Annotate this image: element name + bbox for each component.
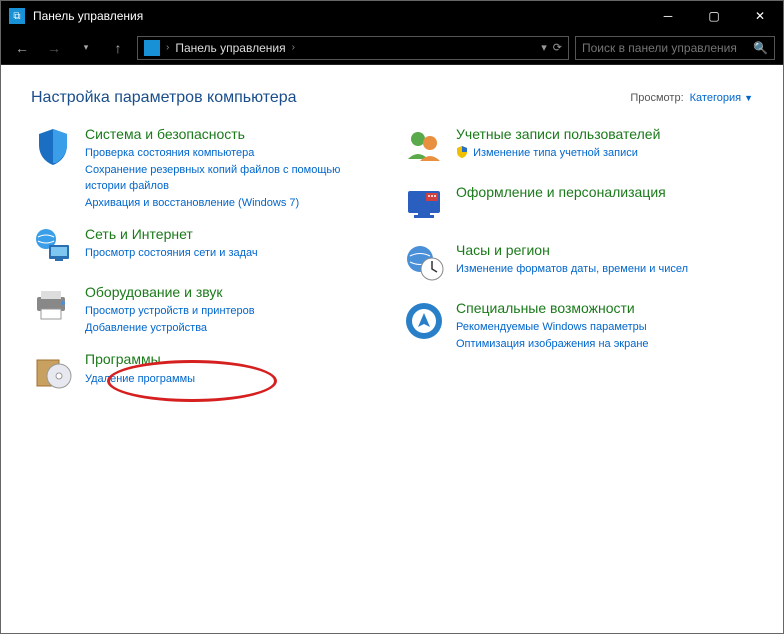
category-title[interactable]: Программы [85,350,382,368]
navbar: ← → ▾ ↑ › Панель управления › ▾ ⟳ 🔍 [1,31,783,65]
category-link[interactable]: Изменение типа учетной записи [456,145,753,162]
maximize-button[interactable]: ▢ [691,1,737,31]
chevron-down-icon: ▼ [744,93,753,103]
category-link[interactable]: Добавление устройства [85,320,382,337]
category-link[interactable]: Изменение форматов даты, времени и чисел [456,261,753,278]
search-box[interactable]: 🔍 [575,36,775,60]
up-button[interactable]: ↑ [105,35,131,61]
category-clock-region: Часы и регион Изменение форматов даты, в… [402,241,753,285]
breadcrumb[interactable]: Панель управления [175,41,285,55]
uac-shield-icon [456,146,468,158]
clock-globe-icon [402,241,446,285]
disc-box-icon [31,350,75,394]
category-title[interactable]: Часы и регион [456,241,753,259]
header-row: Настройка параметров компьютера Просмотр… [31,89,753,107]
category-title[interactable]: Сеть и Интернет [85,225,382,243]
page-title: Настройка параметров компьютера [31,89,297,107]
titlebar: ⧉ Панель управления ─ ▢ ✕ [1,1,783,31]
ease-of-access-icon [402,299,446,343]
category-columns: Система и безопасность Проверка состояни… [31,125,753,394]
printer-icon [31,283,75,327]
category-link[interactable]: Оптимизация изображения на экране [456,336,753,353]
category-ease-of-access: Специальные возможности Рекомендуемые Wi… [402,299,753,352]
category-link[interactable]: Архивация и восстановление (Windows 7) [85,195,382,212]
category-user-accounts: Учетные записи пользователей Изменение т… [402,125,753,169]
category-link[interactable]: Сохранение резервных копий файлов с помо… [85,162,382,195]
category-link[interactable]: Рекомендуемые Windows параметры [456,319,753,336]
category-link[interactable]: Проверка состояния компьютера [85,145,382,162]
category-title[interactable]: Оборудование и звук [85,283,382,301]
address-bar[interactable]: › Панель управления › ▾ ⟳ [137,36,569,60]
monitor-personalization-icon [402,183,446,227]
globe-monitor-icon [31,225,75,269]
category-network: Сеть и Интернет Просмотр состояния сети … [31,225,382,269]
window-title: Панель управления [33,9,645,23]
control-panel-icon [144,40,160,56]
close-button[interactable]: ✕ [737,1,783,31]
users-icon [402,125,446,169]
category-link[interactable]: Просмотр состояния сети и задач [85,245,382,262]
category-title[interactable]: Специальные возможности [456,299,753,317]
view-by: Просмотр: Категория▼ [630,92,753,104]
category-link[interactable]: Просмотр устройств и принтеров [85,303,382,320]
history-dropdown-icon[interactable]: ▾ [541,41,547,54]
right-column: Учетные записи пользователей Изменение т… [402,125,753,394]
category-system-security: Система и безопасность Проверка состояни… [31,125,382,211]
window: ⧉ Панель управления ─ ▢ ✕ ← → ▾ ↑ › Пане… [0,0,784,634]
forward-button[interactable]: → [41,35,67,61]
view-by-label: Просмотр: [630,92,683,104]
category-hardware-sound: Оборудование и звук Просмотр устройств и… [31,283,382,336]
control-panel-icon: ⧉ [9,8,25,24]
refresh-icon[interactable]: ⟳ [553,41,562,54]
left-column: Система и безопасность Проверка состояни… [31,125,382,394]
content-area: Настройка параметров компьютера Просмотр… [1,65,783,633]
category-title[interactable]: Система и безопасность [85,125,382,143]
chevron-right-icon: › [292,42,295,53]
chevron-right-icon: › [166,42,169,53]
category-title[interactable]: Учетные записи пользователей [456,125,753,143]
search-icon: 🔍 [753,41,768,55]
category-appearance: Оформление и персонализация [402,183,753,227]
recent-dropdown-button[interactable]: ▾ [73,35,99,61]
search-input[interactable] [582,41,749,55]
category-programs: Программы Удаление программы [31,350,382,394]
uninstall-program-link[interactable]: Удаление программы [85,371,382,388]
shield-icon [31,125,75,169]
view-by-dropdown[interactable]: Категория▼ [690,92,753,104]
category-title[interactable]: Оформление и персонализация [456,183,753,201]
minimize-button[interactable]: ─ [645,1,691,31]
back-button[interactable]: ← [9,35,35,61]
